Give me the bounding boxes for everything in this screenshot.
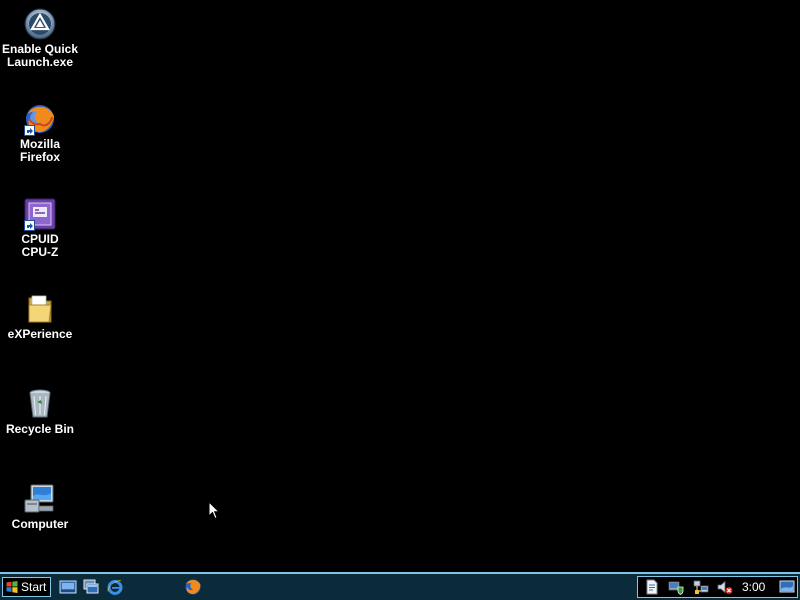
start-button[interactable]: Start [2,577,51,597]
internet-explorer-icon[interactable] [106,578,124,596]
desktop-icon-recycle-bin[interactable]: Recycle Bin [0,387,80,436]
cpuz-icon [23,197,57,231]
aqua-app-icon [23,7,57,41]
network-icon[interactable] [693,579,709,595]
security-shield-icon[interactable] [668,579,684,595]
desktop-icon[interactable] [779,579,795,595]
firefox-icon [23,102,57,136]
desktop-icon-cpuid-cpu-z[interactable]: CPUID CPU-Z [0,197,80,259]
show-desktop-icon[interactable] [59,578,77,596]
mouse-cursor-icon [208,501,220,520]
desktop-icon-experience[interactable]: eXPerience [0,292,80,341]
windows-flag-icon [6,581,18,593]
clock[interactable]: 3:00 [742,580,765,594]
desktop-icon-label: Enable Quick Launch.exe [1,42,79,69]
desktop-icon-mozilla-firefox[interactable]: Mozilla Firefox [0,102,80,164]
desktop-icon-label: Recycle Bin [5,422,75,436]
recycle-bin-icon [23,387,57,421]
desktop[interactable]: Enable Quick Launch.exe Mozilla Firefox [0,0,800,572]
system-tray: 3:00 [637,576,798,598]
computer-icon [23,482,57,516]
desktop-icon-label: eXPerience [7,327,73,341]
document-icon[interactable] [644,579,660,595]
start-label: Start [21,580,47,594]
shortcut-arrow-icon [24,125,35,136]
firefox-icon[interactable] [184,578,202,596]
taskbar: Start 3:00 [0,572,800,600]
folder-icon [23,292,57,326]
switch-windows-icon[interactable] [82,578,100,596]
shortcut-arrow-icon [24,220,35,231]
desktop-icon-computer[interactable]: Computer [0,482,80,531]
volume-muted-icon[interactable] [717,579,733,595]
desktop-icon-label: Mozilla Firefox [19,137,60,164]
desktop-icon-label: Computer [11,517,69,531]
desktop-icon-enable-quick-launch[interactable]: Enable Quick Launch.exe [0,7,80,69]
desktop-icon-label: CPUID CPU-Z [21,232,59,259]
